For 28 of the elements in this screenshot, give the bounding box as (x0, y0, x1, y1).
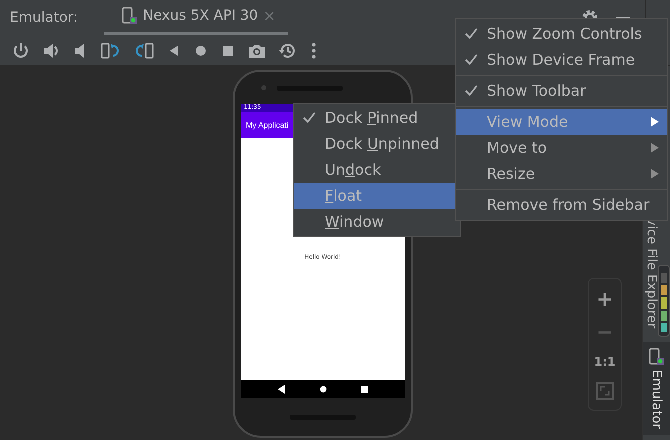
check-icon (465, 54, 478, 66)
submenu-arrow-icon (651, 117, 659, 127)
more-icon[interactable] (310, 42, 318, 60)
volume-up-icon[interactable] (43, 42, 61, 60)
panel-title: Emulator: (10, 10, 78, 26)
overview-icon[interactable] (361, 386, 368, 392)
check-icon (303, 112, 316, 124)
history-icon[interactable] (279, 42, 297, 60)
power-icon[interactable] (12, 42, 30, 60)
rotate-right-icon[interactable] (134, 42, 154, 60)
submenu-arrow-icon (651, 143, 659, 153)
submenu-arrow-icon (651, 169, 659, 179)
camera-dot-icon (261, 85, 267, 91)
check-icon (465, 85, 478, 97)
menu-item[interactable]: Show Zoom Controls (456, 21, 667, 47)
menu-item[interactable]: Show Toolbar (456, 78, 667, 104)
back-icon[interactable] (278, 384, 286, 394)
phone-icon (122, 7, 138, 25)
device-tab[interactable]: Nexus 5X API 30 × (104, 0, 288, 35)
rotate-left-icon[interactable] (101, 42, 121, 60)
phone-icon (648, 348, 664, 366)
home-icon[interactable] (320, 386, 327, 392)
check-icon (465, 28, 478, 40)
zoom-in-button[interactable]: + (596, 289, 614, 310)
actual-size-button[interactable]: 1:1 (594, 354, 616, 369)
menu-item[interactable]: Show Device Frame (456, 47, 667, 73)
sidebar-tab[interactable]: Emulator (643, 342, 670, 436)
menu-item[interactable]: Move to (456, 135, 667, 161)
